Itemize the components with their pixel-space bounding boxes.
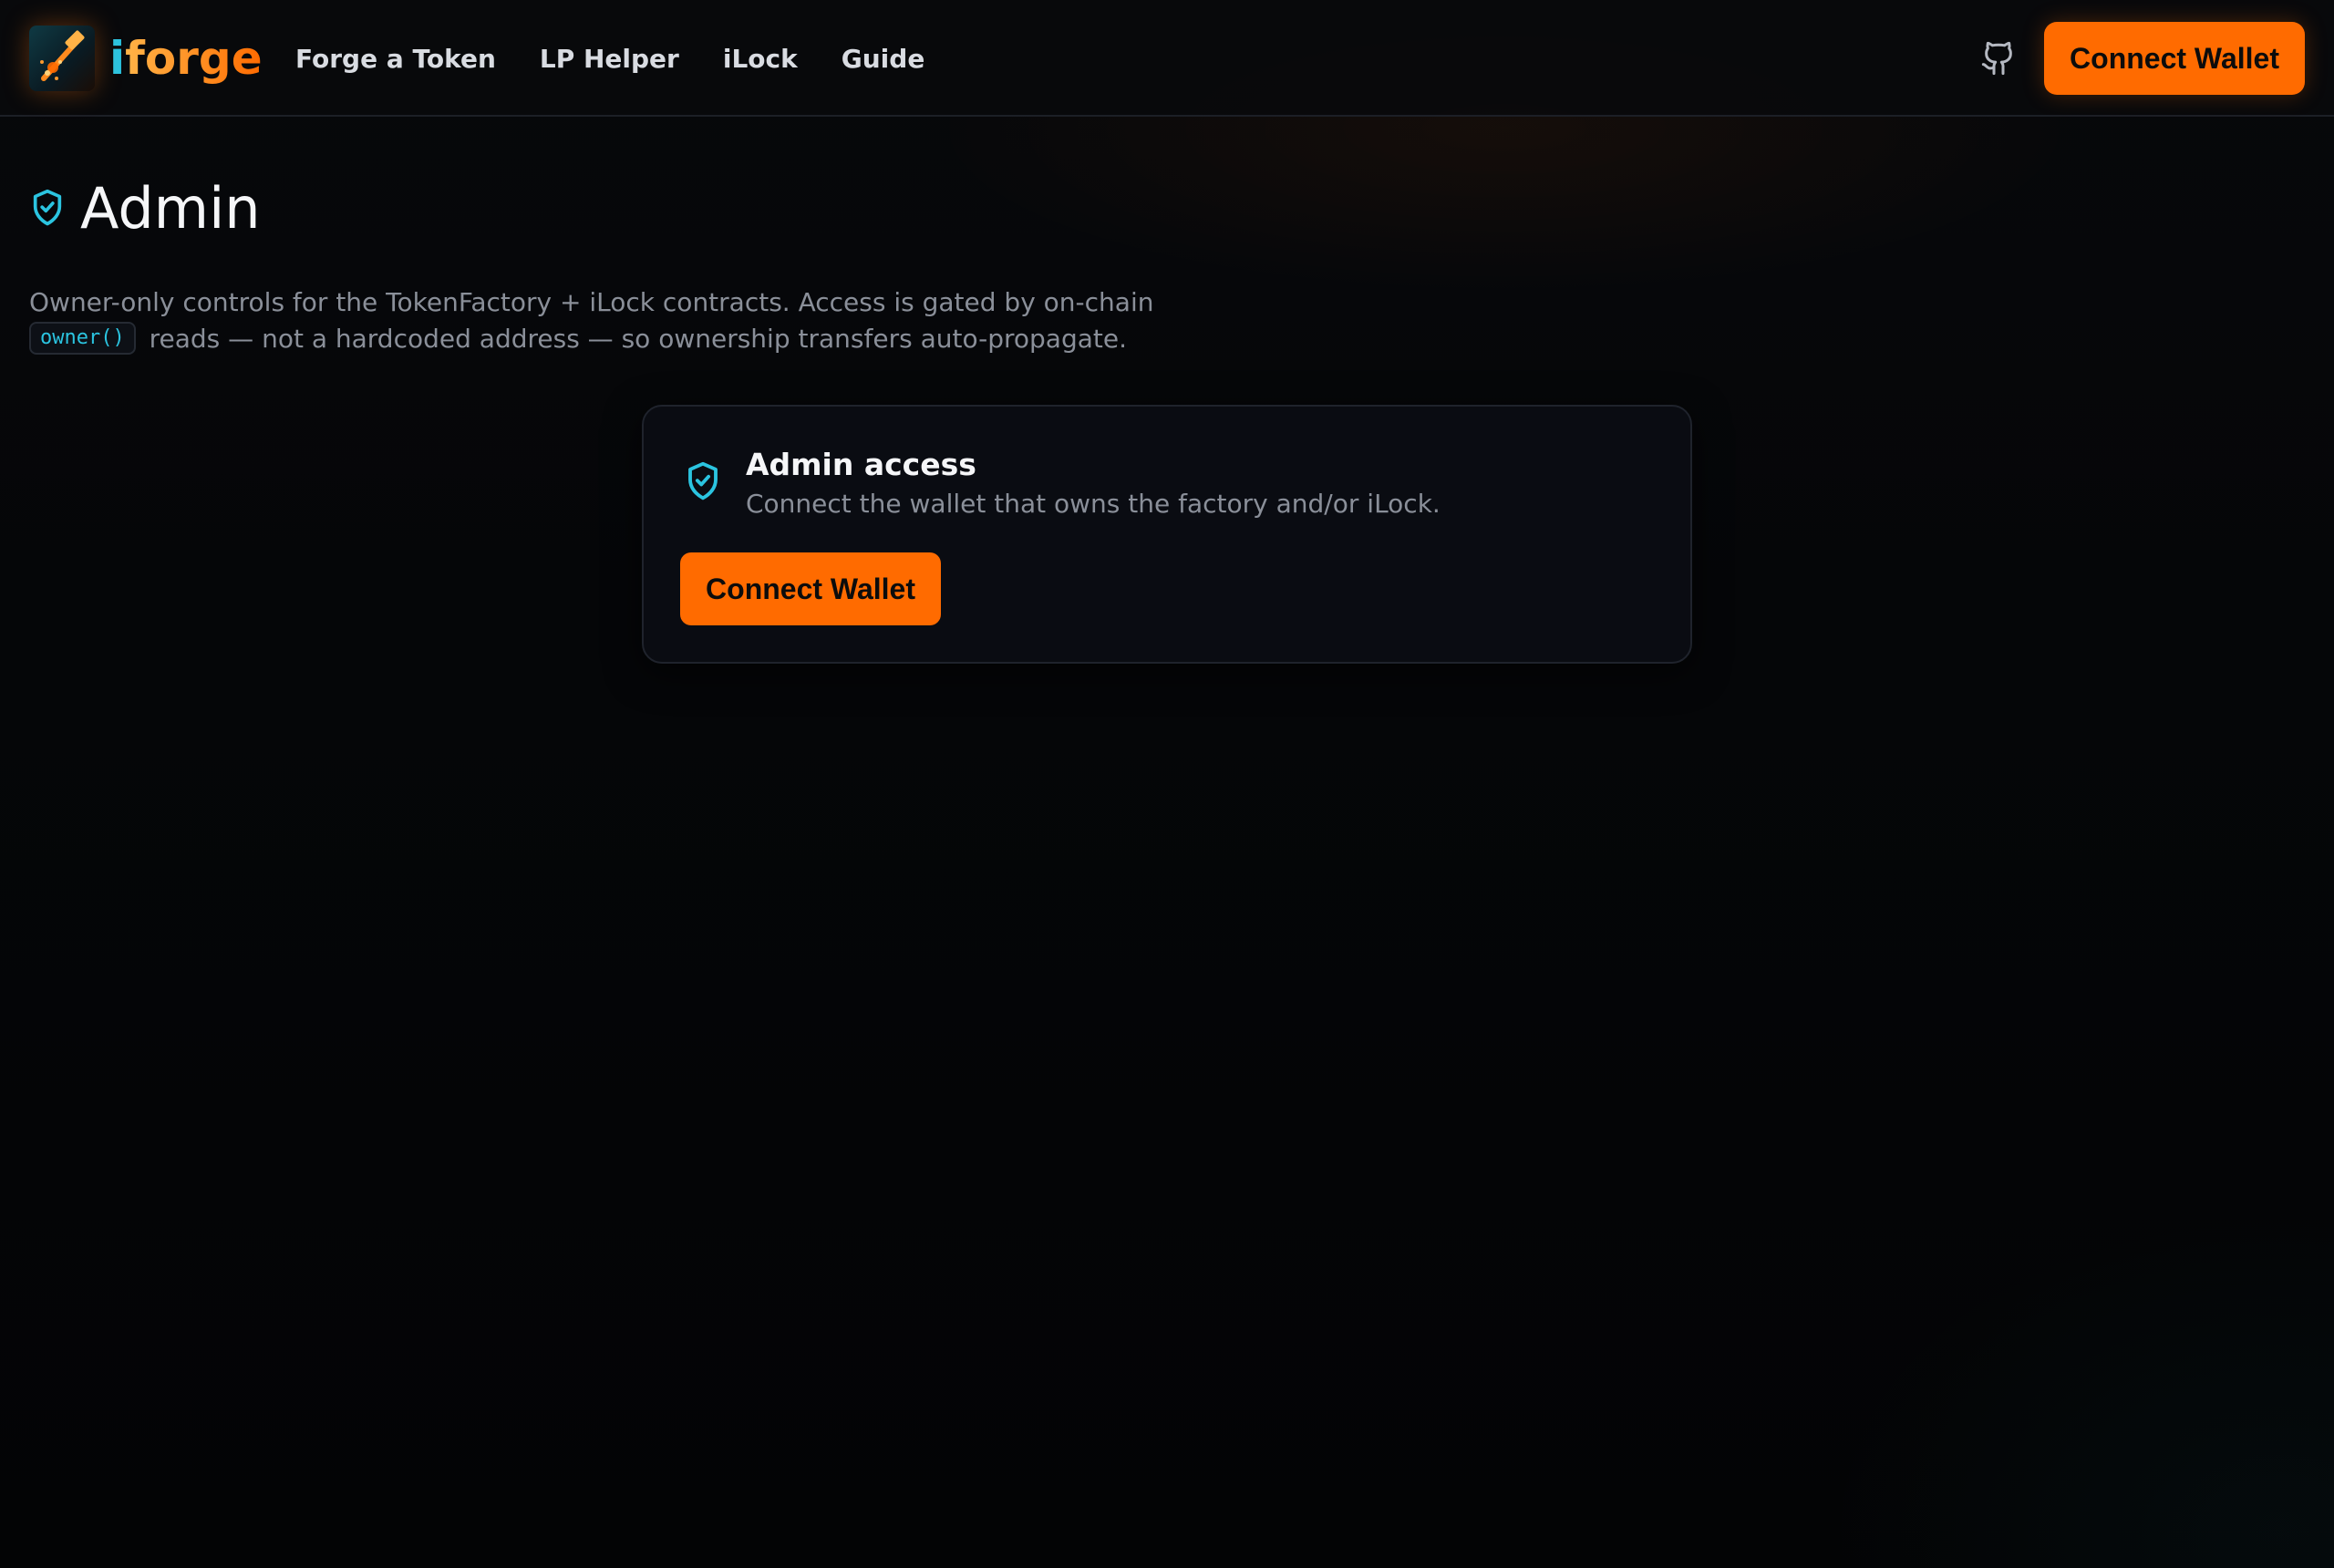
page-title-text: Admin (80, 174, 261, 242)
nav-item-forge-a-token[interactable]: Forge a Token (295, 44, 496, 74)
page-description: Owner-only controls for the TokenFactory… (29, 284, 1233, 357)
admin-access-card: Admin access Connect the wallet that own… (642, 405, 1692, 664)
description-text-after: reads — not a hardcoded address — so own… (149, 324, 1127, 354)
shield-check-icon (33, 189, 62, 226)
main-nav: Forge a Token LP Helper iLock Guide (295, 40, 968, 77)
nav-item-lp-helper[interactable]: LP Helper (540, 44, 679, 74)
card-connect-wallet-button[interactable]: Connect Wallet (680, 552, 941, 625)
brand-name-prefix: i (109, 32, 126, 85)
card-subtitle: Connect the wallet that owns the factory… (746, 489, 1441, 519)
github-icon[interactable] (1980, 40, 2017, 77)
brand-name-rest: forge (125, 32, 263, 85)
top-navbar: iforge Forge a Token LP Helper iLock Gui… (0, 0, 2334, 117)
forge-hammer-icon (29, 26, 95, 91)
card-shield-check-icon (688, 461, 718, 500)
nav-item-ilock[interactable]: iLock (723, 44, 798, 74)
owner-code-chip: owner() (29, 322, 136, 355)
brand-logo-link[interactable]: iforge (29, 26, 263, 91)
card-title: Admin access (746, 447, 976, 482)
description-text-before: Owner-only controls for the TokenFactory… (29, 287, 1154, 317)
header-connect-wallet-button[interactable]: Connect Wallet (2044, 22, 2305, 95)
page-title: Admin (29, 171, 261, 244)
brand-name: iforge (109, 36, 263, 81)
background (0, 0, 2334, 1568)
nav-item-guide[interactable]: Guide (842, 44, 925, 74)
